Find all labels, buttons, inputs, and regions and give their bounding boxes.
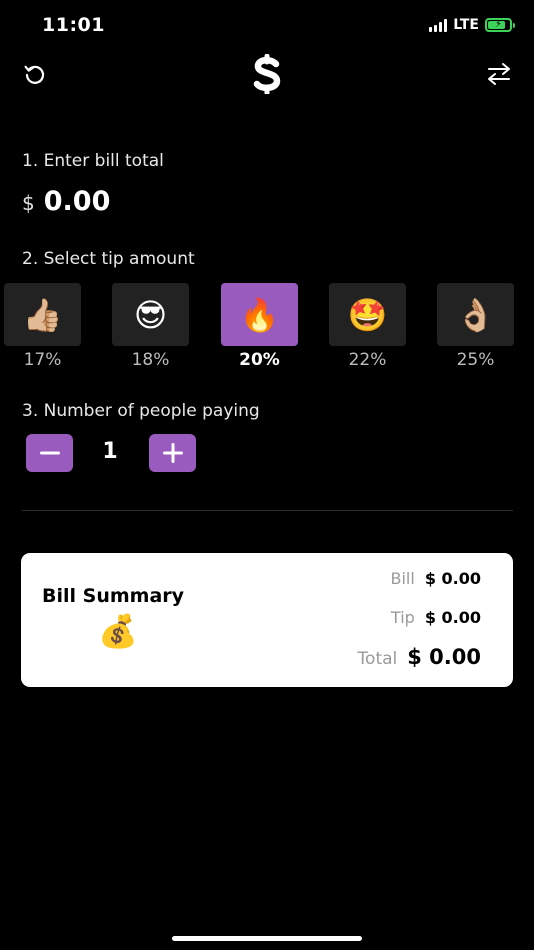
summary-tip-value: $ 0.00 (424, 608, 481, 627)
reset-icon[interactable] (22, 62, 46, 86)
status-bar: 11:01 LTE ⚡ (0, 0, 534, 52)
bill-section-label: 1. Enter bill total (22, 151, 164, 171)
decrease-people-button[interactable] (26, 434, 73, 472)
summary-total-label: Total (357, 649, 398, 669)
swap-arrows-icon[interactable] (486, 62, 512, 86)
summary-bill-label: Bill (390, 569, 415, 588)
people-count: 1 (102, 439, 118, 464)
summary-title: Bill Summary (42, 585, 185, 607)
plus-icon (162, 443, 183, 463)
summary-bill-row: Bill $ 0.00 (391, 569, 482, 588)
fire-icon: 🔥 (239, 295, 280, 334)
bill-input[interactable]: $ 0.00 (22, 186, 110, 217)
section-divider (22, 510, 513, 511)
star-struck-face-icon: 🤩 (347, 295, 388, 334)
summary-total-row: Total $ 0.00 (358, 645, 481, 669)
tip-option-22[interactable]: 🤩 (329, 283, 406, 346)
summary-tip-row: Tip $ 0.00 (391, 608, 481, 627)
status-indicators: LTE ⚡ (429, 17, 515, 33)
tip-percent-17: 17% (23, 350, 62, 370)
status-time: 11:01 (42, 14, 105, 36)
tip-option-20[interactable]: 🔥 (221, 283, 298, 346)
tip-section-label: 2. Select tip amount (22, 249, 195, 269)
summary-tip-label: Tip (390, 608, 415, 627)
ok-hand-icon: 👌🏼 (455, 295, 496, 334)
bill-amount[interactable]: 0.00 (44, 186, 111, 217)
sunglasses-face-icon: 😎 (133, 295, 168, 334)
thumbs-up-icon: 👍🏼 (22, 295, 63, 334)
tip-percent-25: 25% (456, 350, 495, 370)
signal-icon (429, 18, 448, 32)
network-label: LTE (453, 17, 479, 33)
dollar-logo-icon (253, 54, 281, 94)
home-indicator[interactable] (172, 936, 362, 941)
tip-percent-18: 18% (131, 350, 170, 370)
tip-option-25[interactable]: 👌🏼 (437, 283, 514, 346)
summary-bill-value: $ 0.00 (424, 569, 481, 588)
nav-bar (0, 52, 534, 100)
bill-summary-card: Bill Summary 💰 Bill $ 0.00 Tip $ 0.00 To… (21, 553, 513, 687)
people-section-label: 3. Number of people paying (22, 401, 260, 421)
money-bag-icon: 💰 (98, 612, 138, 650)
tip-option-18[interactable]: 😎 (112, 283, 189, 346)
tip-option-17[interactable]: 👍🏼 (4, 283, 81, 346)
battery-charging-icon: ⚡ (485, 18, 515, 32)
tip-percent-22: 22% (348, 350, 387, 370)
summary-total-value: $ 0.00 (407, 645, 481, 669)
bill-currency-symbol: $ (22, 191, 35, 215)
tip-percent-20: 20% (239, 350, 280, 370)
increase-people-button[interactable] (149, 434, 196, 472)
minus-icon (39, 451, 60, 455)
